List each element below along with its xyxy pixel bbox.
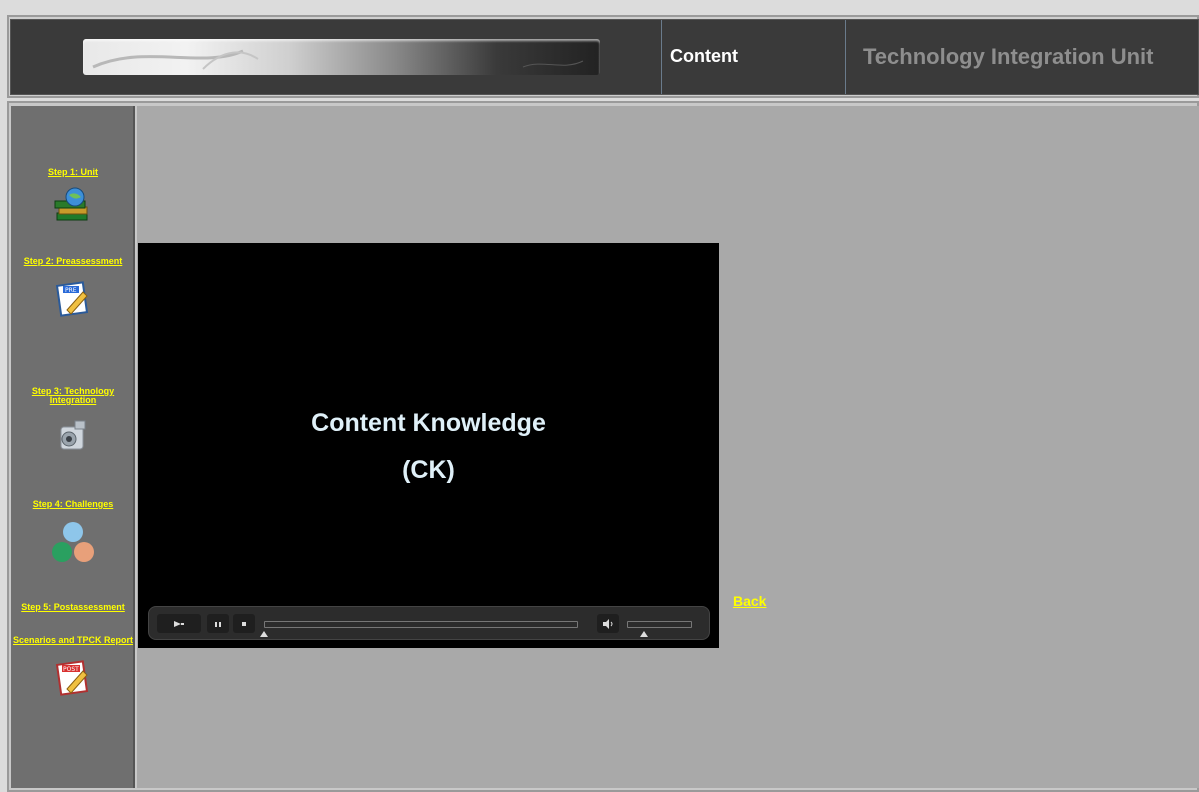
step5-link[interactable]: Step 5: Postassessment — [11, 603, 135, 612]
stop-button[interactable] — [233, 614, 255, 633]
books-globe-icon[interactable] — [51, 187, 95, 227]
svg-text:PRE: PRE — [65, 287, 77, 294]
pre-test-pencil-icon[interactable]: PRE — [53, 280, 93, 318]
sidebar-item-step3[interactable]: Step 3: Technology Integration — [11, 387, 135, 457]
video-camera-icon[interactable] — [53, 417, 93, 457]
step4-link[interactable]: Step 4: Challenges — [11, 500, 135, 509]
header-title-cell: Technology Integration Unit — [846, 20, 1199, 94]
video-title: Content Knowledge — [311, 409, 546, 437]
video-player[interactable]: Content Knowledge (CK) — [138, 243, 719, 648]
pause-icon — [215, 622, 221, 627]
header-section-cell: Content — [662, 20, 846, 94]
banner-image — [83, 39, 600, 75]
section-label: Content — [670, 46, 738, 66]
play-button[interactable] — [157, 614, 201, 633]
stop-icon — [242, 622, 246, 626]
step3-link[interactable]: Step 3: Technology Integration — [11, 387, 135, 405]
post-test-pencil-icon[interactable]: POST — [53, 659, 93, 697]
svg-text:POST: POST — [63, 666, 79, 673]
header-banner-cell — [11, 20, 662, 94]
sidebar-item-scenarios[interactable]: Scenarios and TPCK Report POST — [11, 636, 135, 697]
video-subtitle: (CK) — [402, 456, 455, 484]
volume-handle-icon[interactable] — [640, 631, 648, 637]
venn-circles-icon[interactable] — [47, 521, 99, 565]
step2-link[interactable]: Step 2: Preassessment — [11, 257, 135, 266]
swirl-decoration-icon — [92, 49, 584, 70]
pause-button[interactable] — [207, 614, 229, 633]
app-title: Technology Integration Unit — [863, 44, 1154, 69]
play-icon — [174, 621, 184, 627]
page-frame: Content Technology Integration Unit Step… — [0, 0, 1199, 792]
sidebar-item-step5[interactable]: Step 5: Postassessment — [11, 603, 135, 612]
video-controls — [148, 606, 710, 640]
sidebar-item-step1[interactable]: Step 1: Unit — [11, 168, 135, 227]
header-bar: Content Technology Integration Unit — [10, 19, 1199, 95]
speaker-icon — [603, 619, 613, 629]
volume-button[interactable] — [597, 614, 619, 633]
progress-slider[interactable] — [264, 621, 578, 628]
volume-slider[interactable] — [627, 621, 692, 628]
sidebar: Step 1: Unit Step 2: Preassessment PRE S… — [11, 106, 135, 788]
back-link[interactable]: Back — [733, 593, 766, 609]
sidebar-item-step2[interactable]: Step 2: Preassessment PRE — [11, 257, 135, 318]
sidebar-item-step4[interactable]: Step 4: Challenges — [11, 500, 135, 565]
progress-handle-icon[interactable] — [260, 631, 268, 637]
scenarios-link[interactable]: Scenarios and TPCK Report — [11, 636, 135, 645]
step1-link[interactable]: Step 1: Unit — [11, 168, 135, 177]
